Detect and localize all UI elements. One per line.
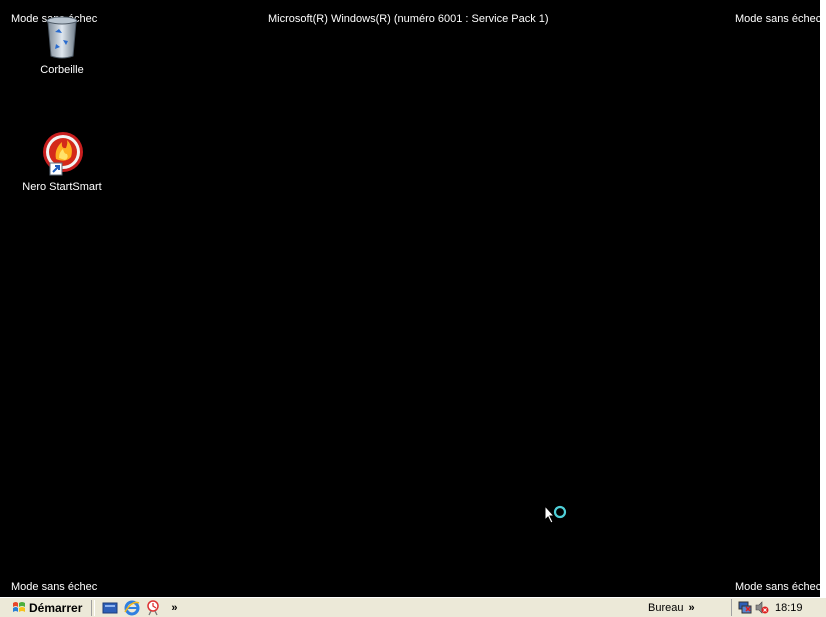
windows-build-label: Microsoft(R) Windows(R) (numéro 6001 : S…	[268, 13, 549, 25]
desktop-toolbar-label: Bureau	[648, 601, 684, 614]
safe-mode-label-bottom-right: Mode sans échec	[735, 581, 822, 593]
windows-flag-icon	[13, 601, 25, 612]
media-icon[interactable]	[146, 599, 162, 616]
taskbar: Démarrer » Bureau » 18:19	[0, 597, 826, 617]
internet-explorer-icon[interactable]	[124, 600, 140, 616]
taskbar-divider	[91, 599, 96, 616]
show-desktop-icon[interactable]	[102, 600, 118, 616]
desktop-toolbar[interactable]: Bureau »	[648, 598, 695, 617]
safe-mode-label-top-right: Mode sans échec	[735, 13, 822, 25]
desktop-icon-nero-startsmart[interactable]: Nero StartSmart	[12, 131, 112, 193]
start-label: Démarrer	[29, 600, 83, 615]
desktop[interactable]: Mode sans échec Microsoft(R) Windows(R) …	[0, 0, 826, 617]
system-tray: 18:19	[731, 599, 826, 616]
clock[interactable]: 18:19	[775, 602, 803, 614]
recycle-bin-icon	[46, 16, 78, 59]
start-button[interactable]: Démarrer	[0, 599, 87, 617]
desktop-icon-recycle-bin[interactable]: Corbeille	[12, 14, 112, 76]
nero-icon	[43, 132, 83, 176]
volume-muted-icon[interactable]	[755, 601, 769, 614]
desktop-icon-label: Corbeille	[40, 64, 84, 76]
quick-launch-more-button[interactable]: »	[171, 602, 177, 614]
busy-cursor-icon	[544, 505, 567, 524]
network-icon[interactable]	[738, 601, 752, 614]
screen-edge	[820, 0, 826, 597]
desktop-toolbar-more-button[interactable]: »	[688, 602, 694, 614]
safe-mode-label-bottom-left: Mode sans échec	[11, 581, 98, 593]
desktop-icon-label: Nero StartSmart	[22, 181, 102, 193]
